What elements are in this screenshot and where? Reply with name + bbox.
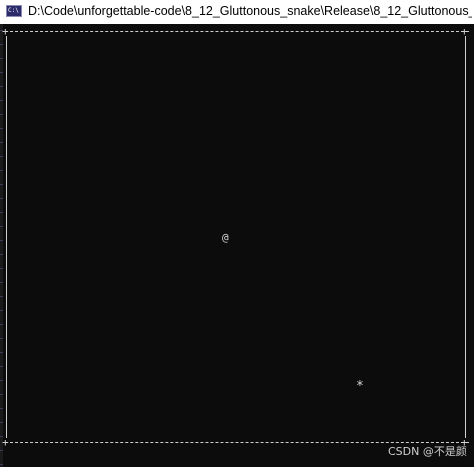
border-corner-bottom-left: +: [2, 436, 9, 449]
title-bar[interactable]: C:\ D:\Code\unforgettable-code\8_12_Glut…: [0, 0, 474, 24]
game-border-left: [6, 36, 7, 438]
game-border-top: [5, 31, 469, 32]
watermark: CSDN @不是颜: [388, 445, 467, 458]
console-window: C:\ D:\Code\unforgettable-code\8_12_Glut…: [0, 0, 474, 467]
border-corner-top-left: +: [2, 25, 9, 38]
border-corner-top-right: +: [461, 25, 468, 38]
game-border-bottom: [5, 442, 469, 443]
console-app-icon: C:\: [6, 5, 22, 17]
left-edge-strip: [0, 24, 3, 467]
game-border-right: [465, 36, 466, 438]
food-item: *: [356, 379, 364, 394]
snake-head: @: [222, 231, 229, 244]
console-area: + + + + @ * CSDN @不是颜: [0, 24, 474, 467]
window-title: D:\Code\unforgettable-code\8_12_Gluttono…: [28, 4, 472, 18]
